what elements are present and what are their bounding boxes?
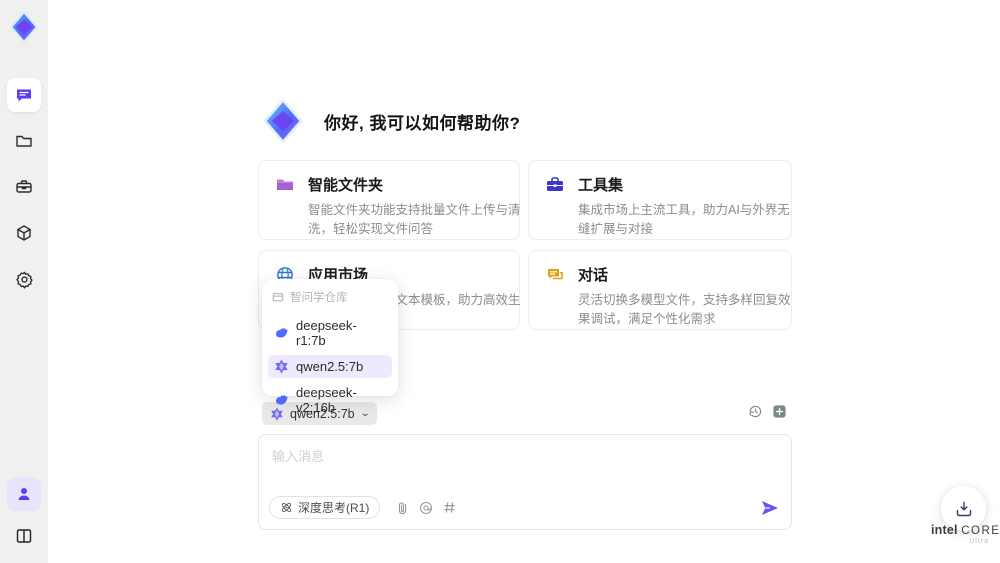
folder-icon xyxy=(275,175,295,195)
sidebar-bottom xyxy=(7,477,41,553)
deepseek-whale-icon xyxy=(274,393,289,408)
hero: 你好, 我可以如何帮助你? xyxy=(258,96,520,146)
sidebar-item-chat[interactable] xyxy=(7,78,41,112)
card-description: 智能文件夹功能支持批量文件上传与清洗，轻松实现文件问答 xyxy=(308,203,521,237)
model-option-label: deepseek-v2:16b xyxy=(296,385,357,415)
sidebar-item-settings[interactable] xyxy=(7,262,41,296)
history-icon[interactable] xyxy=(748,404,763,419)
intel-tier: Ultra xyxy=(969,538,989,545)
sidebar-item-toolbox[interactable] xyxy=(7,170,41,204)
chat-composer: 输入消息 深度思考(R1) xyxy=(258,434,792,530)
model-option-deepseek-r1[interactable]: deepseek-r1:7b xyxy=(268,314,392,352)
card-title: 智能文件夹 xyxy=(308,177,384,194)
model-option-label: qwen2.5:7b xyxy=(296,359,364,374)
sidebar-item-panel[interactable] xyxy=(7,519,41,553)
mention-icon[interactable] xyxy=(419,501,433,515)
chat-toolbar-icons xyxy=(748,404,787,419)
card-description: 灵活切换多模型文件，支持多样回复效果调试，满足个性化需求 xyxy=(578,293,791,327)
card-chat[interactable]: 对话 灵活切换多模型文件，支持多样回复效果调试，满足个性化需求 xyxy=(528,250,792,330)
assistant-logo-icon xyxy=(258,96,308,146)
page-title: 你好, 我可以如何帮助你? xyxy=(324,113,521,133)
composer-toolbar: 深度思考(R1) xyxy=(269,496,779,519)
deep-think-button[interactable]: 深度思考(R1) xyxy=(269,496,381,519)
card-toolset[interactable]: 工具集 集成市场上主流工具，助力AI与外界无缝扩展与对接 xyxy=(528,160,792,240)
sidebar xyxy=(0,0,48,563)
app-logo-icon xyxy=(5,8,43,46)
qwen-icon xyxy=(274,359,289,374)
card-title: 工具集 xyxy=(578,177,624,194)
sidebar-item-account[interactable] xyxy=(7,477,41,511)
message-input[interactable]: 输入消息 xyxy=(272,446,324,465)
sidebar-nav xyxy=(7,78,41,296)
topic-hash-icon[interactable] xyxy=(443,501,456,514)
sidebar-item-folders[interactable] xyxy=(7,124,41,158)
attachment-icon[interactable] xyxy=(396,501,409,515)
sidebar-item-models[interactable] xyxy=(7,216,41,250)
download-icon xyxy=(956,501,971,516)
deepseek-whale-icon xyxy=(274,326,289,341)
deep-think-label: 深度思考(R1) xyxy=(298,501,370,515)
model-option-qwen[interactable]: qwen2.5:7b xyxy=(268,355,392,378)
chat-icon xyxy=(545,265,565,285)
model-option-deepseek-v2[interactable]: deepseek-v2:16b xyxy=(268,381,392,419)
card-title: 对话 xyxy=(578,267,609,284)
composer-icons xyxy=(396,501,456,515)
model-option-label: deepseek-r1:7b xyxy=(296,318,357,348)
card-description: 集成市场上主流工具，助力AI与外界无缝扩展与对接 xyxy=(578,203,790,237)
intel-product: core xyxy=(961,525,1000,537)
new-chat-icon[interactable] xyxy=(772,404,787,419)
intel-brand: intel xyxy=(931,523,958,537)
atom-icon xyxy=(282,503,291,512)
briefcase-icon xyxy=(545,175,565,195)
repository-icon xyxy=(272,293,284,302)
intel-core-badge: intel core Ultra xyxy=(931,523,999,545)
app-window: 你好, 我可以如何帮助你? 智能文件夹 智能文件夹功能支持批量文件上传与清洗，轻… xyxy=(0,0,1000,563)
card-smart-folder[interactable]: 智能文件夹 智能文件夹功能支持批量文件上传与清洗，轻松实现文件问答 xyxy=(258,160,521,240)
model-dropdown: 智问学仓库 deepseek-r1:7b qwen2.5:7b deepseek… xyxy=(262,279,398,415)
model-dropdown-header: 智问学仓库 xyxy=(268,287,392,311)
send-button[interactable] xyxy=(761,500,779,516)
